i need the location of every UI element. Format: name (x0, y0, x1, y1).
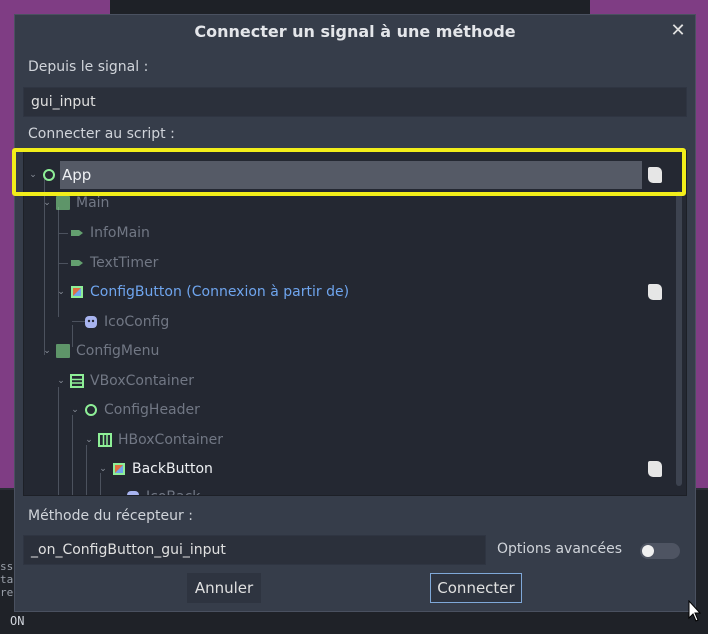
chevron-down-icon[interactable]: ⌄ (42, 189, 52, 217)
node2d-circle-icon (43, 169, 55, 181)
hbox-icon (98, 433, 112, 447)
tree-item-label: ConfigMenu (76, 343, 160, 359)
toggle-knob (642, 545, 654, 557)
tree-item-label: TextTimer (90, 255, 159, 271)
tree-item-icoconfig[interactable]: IcoConfig (24, 308, 674, 336)
advanced-options-label: Options avancées (497, 541, 623, 557)
tree-item-hboxcontainer[interactable]: ⌄ HBoxContainer (24, 426, 674, 454)
tree-item-label: HBoxContainer (118, 432, 223, 448)
connect-to-script-label: Connecter au script : (28, 126, 175, 142)
tree-item-label: ConfigHeader (104, 402, 200, 418)
status-text: ON (10, 614, 25, 628)
tree-item-texttimer[interactable]: TextTimer (24, 249, 674, 277)
chevron-down-icon[interactable]: ⌄ (42, 337, 52, 365)
tree-item-label: IcoBack (146, 483, 200, 495)
tree-item-configmenu[interactable]: ⌄ ConfigMenu (24, 337, 674, 365)
circle-icon (85, 404, 97, 416)
tree-item-app[interactable]: ⌄ App (24, 161, 674, 189)
tree-item-backbutton[interactable]: ⌄ BackButton (24, 455, 674, 483)
cancel-button[interactable]: Annuler (187, 573, 261, 603)
connect-signal-dialog: Connecter un signal à une méthode ✕ Depu… (14, 14, 696, 612)
selection-highlight (60, 161, 642, 189)
script-icon[interactable] (648, 284, 662, 300)
chevron-down-icon[interactable]: ⌄ (98, 455, 108, 483)
scene-tree[interactable]: ⌄ App ⌄ Main InfoMain TextTimer ⌄ Config… (23, 150, 687, 496)
mouse-cursor-icon (688, 600, 702, 622)
from-signal-label: Depuis le signal : (28, 59, 149, 75)
tree-item-label: IcoConfig (104, 314, 170, 330)
script-icon[interactable] (648, 461, 662, 477)
console-line: ta (0, 573, 14, 586)
receiver-method-input[interactable]: _on_ConfigButton_gui_input (23, 535, 486, 565)
label-icon (71, 230, 83, 236)
tree-item-configheader[interactable]: ⌄ ConfigHeader (24, 396, 674, 424)
dialog-title: Connecter un signal à une méthode (194, 22, 516, 41)
tree-item-label: App (62, 166, 92, 184)
control-icon (56, 344, 70, 358)
label-icon (71, 260, 83, 266)
viewport-left-strip (0, 18, 14, 488)
close-button[interactable]: ✕ (667, 19, 689, 43)
advanced-options-toggle[interactable] (640, 543, 680, 559)
tree-item-label: VBoxContainer (90, 373, 195, 389)
tree-item-configbutton[interactable]: ⌄ ConfigButton (Connexion à partir de) (24, 278, 674, 306)
tree-item-label: BackButton (132, 461, 213, 477)
vbox-icon (70, 374, 84, 388)
tree-item-main[interactable]: ⌄ Main (24, 189, 674, 217)
tree-scrollbar[interactable] (676, 191, 682, 486)
texture-button-icon (113, 463, 125, 475)
tree-item-vboxcontainer[interactable]: ⌄ VBoxContainer (24, 367, 674, 395)
chevron-down-icon[interactable]: ⌄ (70, 396, 80, 424)
receiver-method-label: Méthode du récepteur : (28, 508, 193, 524)
sprite-icon (85, 316, 97, 328)
chevron-down-icon[interactable]: ⌄ (28, 161, 38, 189)
tree-item-infomain[interactable]: InfoMain (24, 219, 674, 247)
control-icon (56, 196, 70, 210)
chevron-down-icon[interactable]: ⌄ (84, 426, 94, 454)
console-line: re (0, 586, 14, 599)
tree-item-label: InfoMain (90, 225, 150, 241)
chevron-down-icon[interactable]: ⌄ (56, 278, 66, 306)
console-line: ss (0, 560, 14, 573)
tree-item-icoback[interactable]: IcoBack (24, 483, 674, 495)
sprite-icon (127, 491, 139, 495)
signal-name-field[interactable]: gui_input (23, 87, 687, 117)
console-output: ss ta re (0, 560, 14, 599)
tree-item-label: ConfigButton (Connexion à partir de) (90, 284, 350, 300)
chevron-down-icon[interactable]: ⌄ (56, 367, 66, 395)
tree-item-label: Main (76, 195, 110, 211)
script-icon[interactable] (648, 167, 662, 183)
connect-button[interactable]: Connecter (430, 573, 522, 603)
viewport-right-strip (696, 18, 708, 488)
texture-button-icon (71, 286, 83, 298)
